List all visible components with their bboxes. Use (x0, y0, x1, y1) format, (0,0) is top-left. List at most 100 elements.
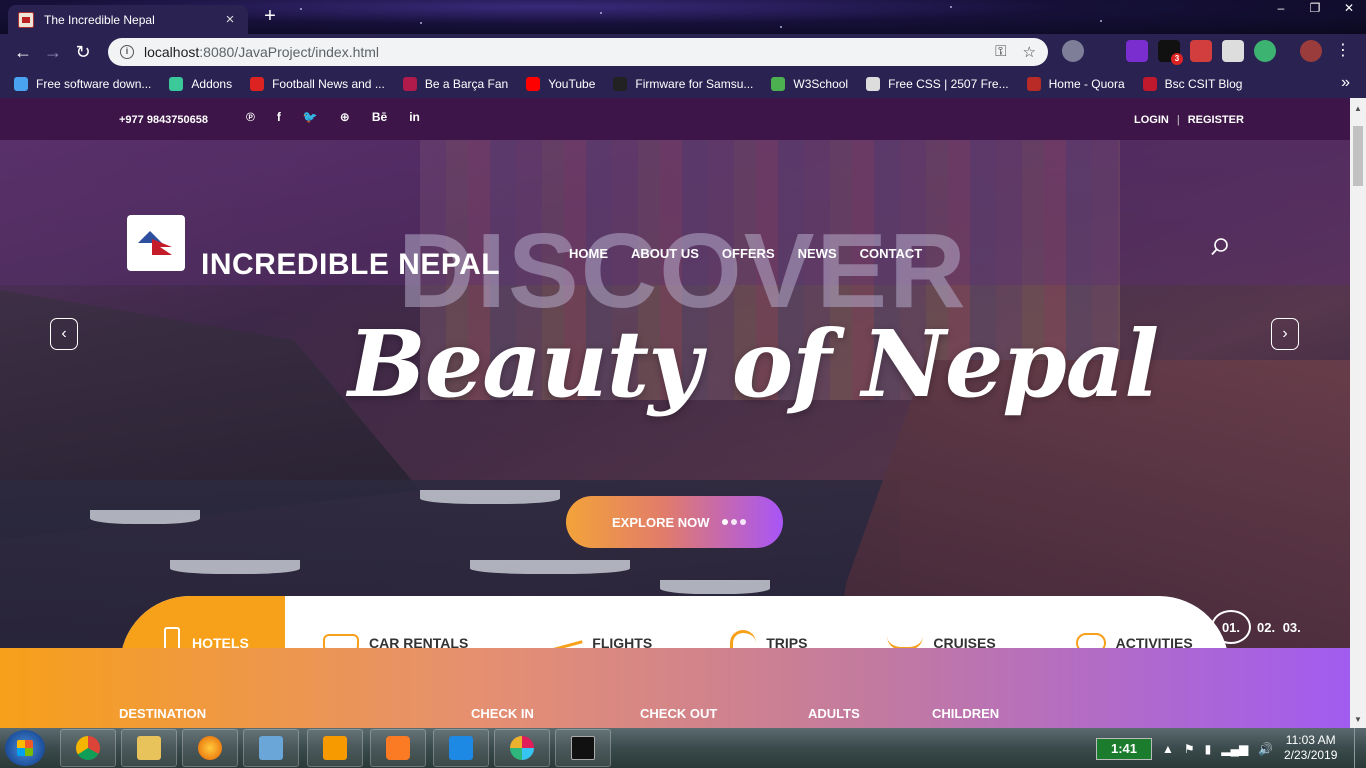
slide-3[interactable]: 03. (1283, 620, 1301, 635)
prev-slide-button[interactable]: ‹ (50, 318, 78, 350)
show-desktop-button[interactable] (1354, 728, 1366, 768)
taskbar-cmd[interactable] (555, 729, 611, 767)
browser-title-bar: The Incredible Nepal × + ‒ ❐ ✕ (0, 0, 1366, 34)
bookmark-barca[interactable]: Be a Barça Fan (402, 77, 509, 91)
hero-headline: Beauty of Nepal (348, 310, 1159, 418)
nav-home[interactable]: HOME (569, 246, 608, 261)
back-button[interactable]: ← (8, 37, 38, 67)
scrollbar-thumb[interactable] (1353, 126, 1363, 186)
vscode-icon (449, 736, 473, 760)
show-hidden-icons-icon[interactable]: ▲ (1162, 742, 1174, 756)
site-name[interactable]: INCREDIBLE NEPAL (201, 248, 500, 282)
browser-tab[interactable]: The Incredible Nepal × (8, 5, 248, 34)
bookmark-youtube[interactable]: YouTube (526, 77, 595, 91)
new-tab-button[interactable]: + (258, 6, 282, 28)
site-info-icon[interactable]: i (120, 45, 134, 59)
start-button[interactable] (5, 730, 45, 766)
auth-separator: | (1176, 114, 1180, 126)
nav-offers[interactable]: OFFERS (722, 246, 775, 261)
taskbar-slack[interactable] (494, 729, 550, 767)
boat (660, 580, 770, 594)
youtube-icon (526, 77, 541, 91)
tab-close-icon[interactable]: × (222, 11, 238, 28)
taskbar-firefox[interactable] (182, 729, 238, 767)
bookmark-w3school[interactable]: W3School (771, 77, 848, 91)
network-signal-icon[interactable]: ▂▄▆ (1221, 742, 1248, 756)
barca-crest-icon (402, 77, 417, 91)
reload-button[interactable]: ↻ (68, 37, 98, 67)
speed-dial-extension-icon[interactable] (1062, 40, 1084, 62)
search-icon[interactable] (1211, 238, 1229, 256)
restore-button[interactable]: ❐ (1298, 0, 1332, 18)
bookmark-addons[interactable]: Addons (169, 77, 232, 91)
nav-about-us[interactable]: ABOUT US (631, 246, 699, 261)
bookmark-football-news[interactable]: Football News and ... (250, 77, 385, 91)
slide-2[interactable]: 02. (1257, 620, 1275, 635)
scroll-up-icon[interactable]: ▲ (1354, 104, 1362, 113)
bookmark-label: Addons (191, 77, 233, 91)
volume-icon[interactable]: 🔊 (1258, 742, 1273, 756)
address-bar[interactable]: i localhost :8080/JavaProject/index.html… (108, 38, 1048, 66)
slide-current[interactable]: 01. (1211, 610, 1251, 644)
vue-devtools-extension-icon[interactable] (1094, 40, 1116, 62)
minimize-button[interactable]: ‒ (1264, 0, 1298, 18)
twitter-extension-icon[interactable] (1126, 40, 1148, 62)
extension-badge: 3 (1171, 53, 1183, 65)
grammar-extension-icon[interactable] (1254, 40, 1276, 62)
taskbar-sublime[interactable] (307, 729, 363, 767)
notification-extension-icon[interactable]: 3 (1158, 40, 1183, 65)
bookmark-label: Football News and ... (272, 77, 385, 91)
scroll-down-icon[interactable]: ▼ (1354, 715, 1362, 724)
behance-icon[interactable]: Bē (372, 110, 387, 124)
close-window-button[interactable]: ✕ (1332, 0, 1366, 18)
taskbar-virtualbox[interactable] (243, 729, 299, 767)
field-adults-label: ADULTS (808, 706, 860, 721)
login-link[interactable]: LOGIN (1134, 114, 1169, 126)
system-clock[interactable]: 11:03 AM 2/23/2019 (1284, 733, 1337, 763)
facebook-icon[interactable]: f (277, 110, 281, 124)
url-path: :8080/JavaProject/index.html (199, 44, 380, 60)
page-scrollbar[interactable]: ▲ ▼ (1350, 98, 1366, 728)
linkedin-icon[interactable]: in (409, 110, 420, 124)
firefox-icon (198, 736, 222, 760)
star-decoration (1100, 20, 1102, 22)
taskbar-file-explorer[interactable] (121, 729, 177, 767)
bookmark-free-software[interactable]: Free software down... (14, 77, 151, 91)
forward-button[interactable]: → (38, 37, 68, 67)
taskbar-chrome[interactable] (60, 729, 116, 767)
bookmark-csit-blog[interactable]: Bsc CSIT Blog (1142, 77, 1242, 91)
nepal-flag-logo-icon (134, 225, 178, 261)
site-logo[interactable] (127, 215, 185, 271)
user-avatar-icon[interactable] (1300, 40, 1322, 62)
twitter-icon[interactable]: 🐦 (303, 110, 318, 124)
dribbble-icon[interactable]: ⊕ (340, 110, 350, 124)
profile-extension-icon[interactable] (1222, 40, 1244, 62)
boat (170, 560, 300, 574)
windows-taskbar: 1:41 ▲ ⚑ ▮ ▂▄▆ 🔊 11:03 AM 2/23/2019 (0, 728, 1366, 768)
browser-toolbar: ← → ↻ i localhost :8080/JavaProject/inde… (0, 34, 1366, 70)
folder-icon (137, 736, 161, 760)
battery-time-widget[interactable]: 1:41 (1096, 738, 1152, 760)
menu-kebab-icon[interactable]: ⋮ (1332, 40, 1354, 62)
register-link[interactable]: REGISTER (1188, 114, 1244, 126)
password-key-icon[interactable]: ⚿ (995, 43, 1006, 61)
action-center-flag-icon[interactable]: ⚑ (1184, 742, 1195, 756)
bookmark-quora[interactable]: Home - Quora (1026, 77, 1125, 91)
bookmark-free-css[interactable]: Free CSS | 2507 Fre... (866, 77, 1009, 91)
nav-contact[interactable]: CONTACT (860, 246, 923, 261)
bookmark-star-icon[interactable]: ☆ (1023, 43, 1036, 61)
bookmark-label: Be a Barça Fan (424, 77, 509, 91)
bookmark-favicon-icon (1142, 77, 1157, 91)
taskbar-vscode[interactable] (433, 729, 489, 767)
pocket-extension-icon[interactable] (1190, 40, 1212, 62)
bookmark-firmware[interactable]: Firmware for Samsu... (613, 77, 753, 91)
nav-news[interactable]: NEWS (798, 246, 837, 261)
pinterest-icon[interactable]: ℗ (246, 110, 255, 124)
next-slide-button[interactable]: › (1271, 318, 1299, 350)
explore-now-button[interactable]: EXPLORE NOW (566, 496, 783, 548)
bookmark-favicon-icon (613, 77, 628, 91)
booking-search-panel: DESTINATION CHECK IN CHECK OUT ADULTS CH… (0, 648, 1350, 728)
battery-icon[interactable]: ▮ (1205, 742, 1212, 756)
more-bookmarks-button[interactable]: » (1341, 74, 1350, 92)
taskbar-xampp[interactable] (370, 729, 426, 767)
